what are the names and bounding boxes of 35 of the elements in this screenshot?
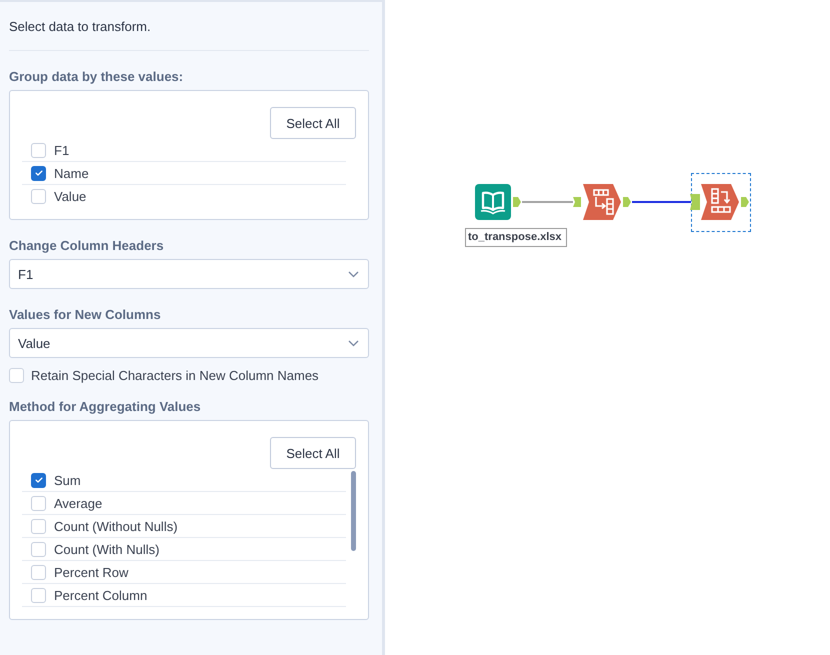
section-heading: Change Column Headers bbox=[9, 238, 165, 253]
option-label: Value bbox=[54, 188, 86, 204]
option-label: Percent Column bbox=[54, 588, 148, 602]
option-label: Sum bbox=[54, 472, 81, 488]
option-label: F1 bbox=[54, 142, 70, 158]
option-label: Count (Without Nulls) bbox=[54, 518, 178, 534]
select-all-button[interactable]: Select All bbox=[270, 107, 356, 139]
checkmark-icon bbox=[34, 475, 44, 485]
input-anchor[interactable] bbox=[573, 197, 581, 207]
section-heading: Values for New Columns bbox=[9, 307, 162, 322]
output-anchor[interactable] bbox=[513, 197, 521, 207]
checkbox-label: Retain Special Characters in New Column Names bbox=[31, 368, 319, 383]
table-arrow-icon[interactable] bbox=[583, 184, 621, 220]
dropdown[interactable]: Value bbox=[9, 328, 369, 358]
book-icon[interactable] bbox=[475, 184, 511, 220]
option-label: Name bbox=[54, 166, 89, 180]
option-label: Count (With Nulls) bbox=[54, 542, 160, 556]
select-all-button[interactable]: Select All bbox=[270, 437, 356, 469]
intro-text: Select data to transform. bbox=[9, 19, 152, 34]
checkbox[interactable] bbox=[31, 166, 46, 180]
section-heading: Group data by these values: bbox=[9, 69, 184, 84]
option-label: Percent Row bbox=[54, 564, 128, 580]
table-arrow-icon[interactable] bbox=[701, 184, 739, 220]
checkbox[interactable] bbox=[31, 472, 46, 488]
connector-line[interactable] bbox=[522, 201, 573, 203]
checkmark-icon bbox=[34, 168, 44, 178]
section-heading: Method for Aggregating Values bbox=[9, 399, 202, 414]
dropdown[interactable]: F1 bbox=[9, 259, 369, 289]
node-label: to_transpose.xlsx bbox=[465, 228, 567, 247]
option-label: Average bbox=[54, 496, 102, 510]
chevron-icon bbox=[348, 270, 359, 278]
scrollbar-thumb[interactable] bbox=[351, 471, 356, 551]
chevron-icon bbox=[348, 340, 359, 346]
output-anchor[interactable] bbox=[623, 197, 631, 207]
output-anchor[interactable] bbox=[741, 197, 749, 207]
